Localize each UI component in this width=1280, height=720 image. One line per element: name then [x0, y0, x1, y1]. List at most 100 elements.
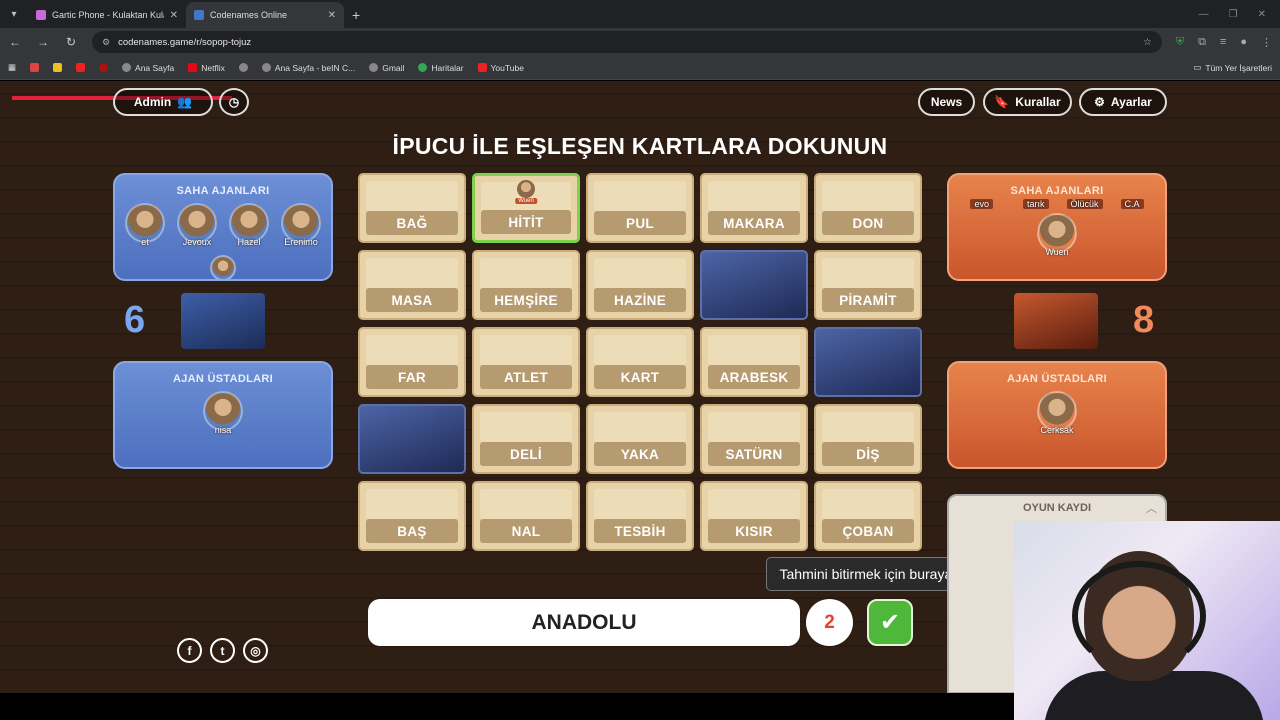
bookmark-label: Haritalar	[431, 62, 464, 73]
word-card[interactable]: TESBİH	[586, 481, 694, 551]
blue-agent-card-image	[181, 293, 265, 349]
card-word: YAKA	[594, 442, 686, 466]
word-card[interactable]: BAŞ	[358, 481, 466, 551]
card-top-band	[594, 335, 686, 365]
card-top-band	[480, 335, 572, 365]
word-card[interactable]: HEMŞİRE	[472, 250, 580, 320]
globe-icon	[122, 63, 132, 72]
bookmark-bein[interactable]: Ana Sayfa - beIN C...	[261, 62, 356, 73]
agent-name: tarık	[1022, 199, 1049, 209]
word-card[interactable]: ATLET	[472, 327, 580, 397]
agent-list: nisa	[115, 391, 331, 435]
admin-button[interactable]: Admin 👥	[113, 88, 213, 116]
word-card[interactable]: DELİ	[472, 404, 580, 474]
word-card[interactable]: DİŞ	[814, 404, 922, 474]
chevron-up-icon[interactable]: ︿	[1146, 500, 1157, 516]
word-card[interactable]: PUL	[586, 173, 694, 243]
bookmark-label: Tüm Yer İşaretleri	[1205, 62, 1272, 73]
agent: Cerksak	[1035, 391, 1079, 435]
timer-button[interactable]: ◷	[219, 88, 249, 116]
globe-icon	[261, 63, 271, 72]
bookmark-haritalar[interactable]: Haritalar	[418, 62, 464, 73]
back-icon[interactable]: ←	[8, 35, 22, 49]
revealed-agent-card	[358, 404, 466, 474]
card-word: DİŞ	[822, 442, 914, 466]
bookmark-yellow-icon[interactable]	[53, 63, 63, 72]
bookmark-youtube-icon[interactable]	[76, 63, 86, 72]
forward-icon[interactable]: →	[36, 35, 50, 49]
word-card[interactable]: MASA	[358, 250, 466, 320]
word-card[interactable]: MAKARA	[700, 173, 808, 243]
bookmark-label: YouTube	[490, 62, 524, 73]
news-button[interactable]: News	[918, 88, 975, 116]
instruction-headline: İPUCU İLE EŞLEŞEN KARTLARA DOKUNUN	[392, 133, 888, 159]
word-card[interactable]: HİTİT Wuen	[472, 173, 580, 243]
card-top-band	[822, 258, 914, 288]
reload-icon[interactable]: ↻	[64, 35, 78, 49]
reading-list-icon[interactable]: ≡	[1220, 36, 1226, 48]
word-card[interactable]: ÇOBAN	[814, 481, 922, 551]
log-title: OYUN KAYDI	[1022, 502, 1092, 514]
bookmark-ana-sayfa[interactable]: Ana Sayfa	[122, 63, 174, 73]
bookmark-netflix[interactable]: Netflix	[188, 63, 225, 73]
word-card[interactable]: KISIR	[700, 481, 808, 551]
card-word: KART	[594, 365, 686, 389]
all-bookmarks[interactable]: ▭ Tüm Yer İşaretleri	[1193, 62, 1272, 73]
bookmark-gmail-icon[interactable]	[30, 63, 40, 72]
instagram-icon[interactable]: ◎	[243, 638, 268, 663]
agent: Jevoux	[175, 203, 219, 247]
word-card[interactable]: BAĞ	[358, 173, 466, 243]
new-tab-icon[interactable]: +	[344, 2, 368, 28]
word-card[interactable]: NAL	[472, 481, 580, 551]
social-links: f t ◎	[177, 638, 268, 663]
card-word: PUL	[594, 211, 686, 235]
site-info-icon[interactable]: ⚙	[102, 37, 110, 48]
gear-icon: ⚙	[1094, 95, 1105, 109]
url-field[interactable]: ⚙ codenames.game/r/sopop-tojuz ☆	[92, 31, 1162, 53]
bookmark-opera-icon[interactable]	[99, 63, 109, 72]
browser-menu-icon[interactable]: ⋮	[1261, 36, 1272, 49]
card-top-band	[366, 258, 458, 288]
shield-extension-icon[interactable]: ⛨	[1176, 36, 1184, 49]
blue-score: 6	[124, 299, 146, 341]
bookmark-label: Ana Sayfa - beIN C...	[274, 62, 356, 73]
profile-avatar-icon[interactable]: ●	[1240, 36, 1247, 48]
minimize-icon[interactable]: —	[1199, 9, 1209, 20]
word-card[interactable]: FAR	[358, 327, 466, 397]
card-top-band	[822, 181, 914, 211]
bookmark-youtube[interactable]: YouTube	[477, 62, 524, 73]
clue-number: 2	[806, 599, 853, 646]
card-word: ARABESK	[708, 365, 800, 389]
agent-list: Cerksak	[949, 391, 1165, 435]
card-top-band	[708, 412, 800, 442]
close-tab-icon[interactable]: ✕	[328, 10, 336, 21]
close-window-icon[interactable]: ✕	[1258, 9, 1266, 20]
card-word: SATÜRN	[708, 442, 800, 466]
maximize-icon[interactable]: ❐	[1229, 9, 1238, 20]
card-word: BAĞ	[366, 211, 458, 235]
bookmark-star-icon[interactable]: ☆	[1143, 37, 1152, 48]
word-card[interactable]: DON	[814, 173, 922, 243]
word-card[interactable]: KART	[586, 327, 694, 397]
tab-search-icon[interactable]: ▾	[0, 0, 28, 28]
word-card[interactable]: ARABESK	[700, 327, 808, 397]
apps-grid-icon[interactable]: ▦	[8, 62, 16, 73]
facebook-icon[interactable]: f	[177, 638, 202, 663]
bookmark-globe-icon[interactable]	[238, 63, 248, 72]
browser-tab-gartic[interactable]: Gartic Phone - Kulaktan Kulağa ✕	[28, 2, 186, 28]
close-tab-icon[interactable]: ✕	[170, 10, 178, 21]
card-top-band	[708, 335, 800, 365]
end-guessing-button[interactable]: ✔	[867, 599, 913, 646]
word-card[interactable]: SATÜRN	[700, 404, 808, 474]
guess-marker-label: Wuen	[515, 198, 537, 204]
rules-button[interactable]: 🔖 Kurallar	[983, 88, 1072, 116]
extensions-puzzle-icon[interactable]: ⧉	[1198, 36, 1206, 49]
browser-tab-codenames[interactable]: Codenames Online ✕	[186, 2, 344, 28]
folder-icon: ▭	[1193, 62, 1202, 72]
twitter-icon[interactable]: t	[210, 638, 235, 663]
word-card[interactable]: PİRAMİT	[814, 250, 922, 320]
word-card[interactable]: HAZİNE	[586, 250, 694, 320]
word-card[interactable]: YAKA	[586, 404, 694, 474]
bookmark-gmail[interactable]: Gmail	[369, 63, 404, 73]
settings-button[interactable]: ⚙ Ayarlar	[1079, 88, 1167, 116]
